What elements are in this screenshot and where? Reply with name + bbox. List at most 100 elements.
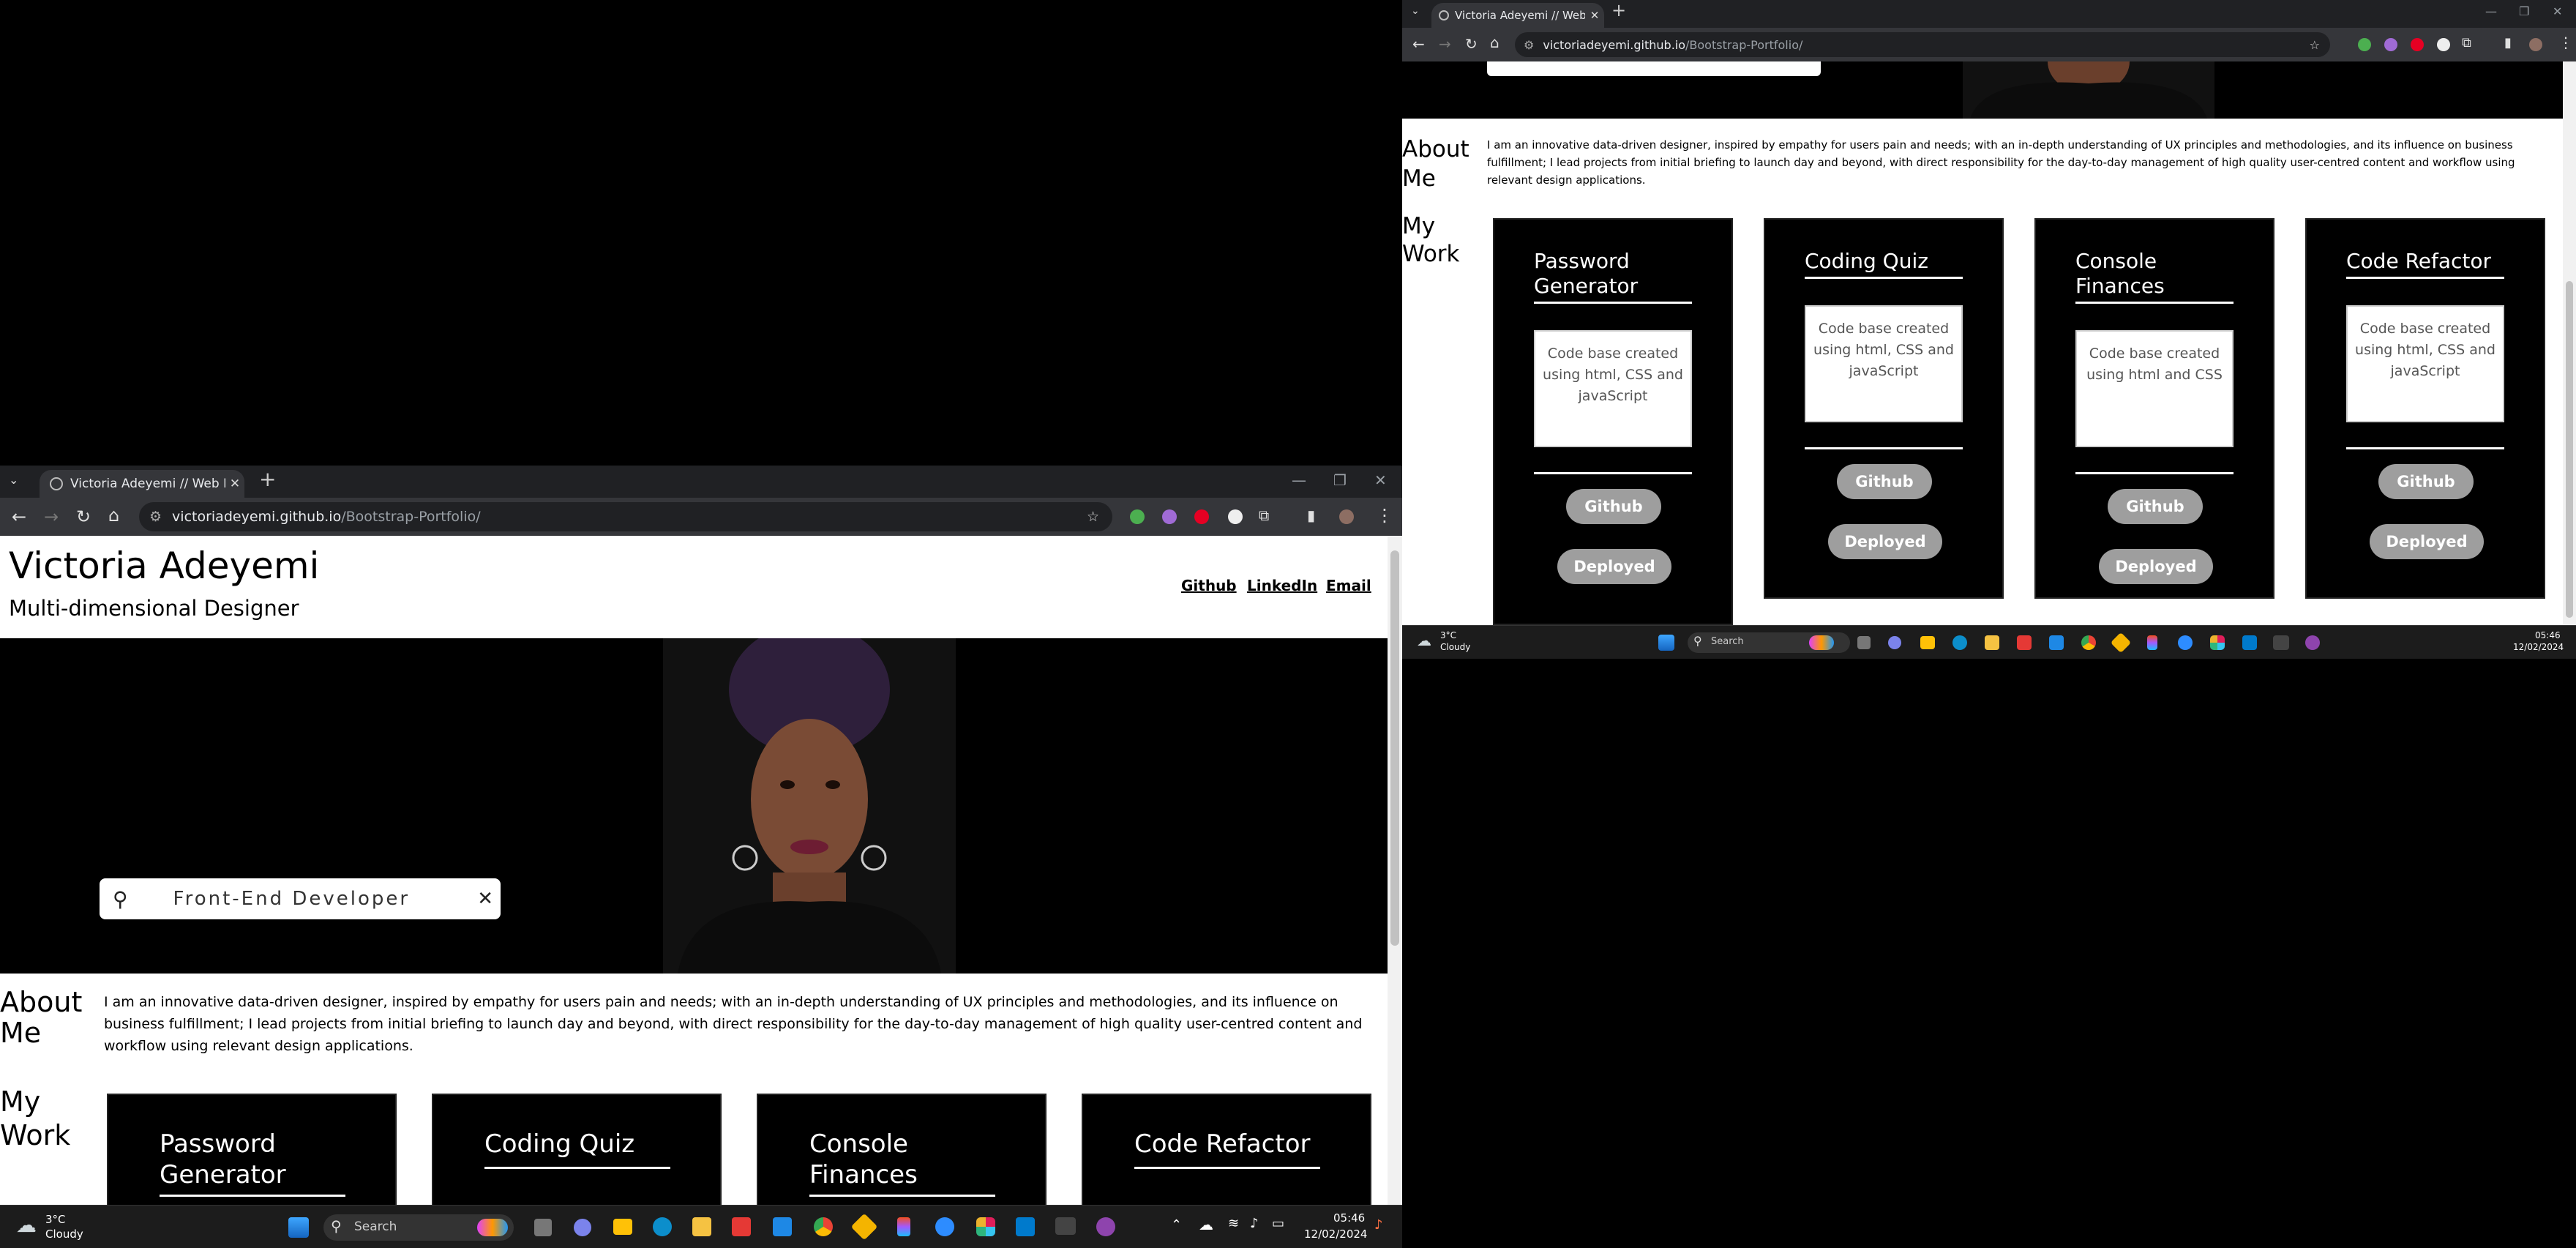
page-scrollbar[interactable] bbox=[1388, 536, 1402, 1205]
shield-extension-icon[interactable] bbox=[1130, 509, 1145, 524]
chrome-icon[interactable] bbox=[2081, 635, 2096, 650]
scrollbar-thumb[interactable] bbox=[2566, 281, 2573, 618]
figma-icon[interactable] bbox=[897, 1217, 910, 1236]
menu-icon[interactable]: ⋮ bbox=[1376, 507, 1393, 524]
back-icon[interactable]: ← bbox=[12, 508, 26, 526]
maximize-icon[interactable]: ❐ bbox=[2519, 4, 2529, 18]
vscode-icon[interactable] bbox=[2242, 635, 2257, 650]
close-tab-icon[interactable]: ✕ bbox=[225, 477, 244, 491]
extensions-puzzle-icon[interactable]: ⧉ bbox=[2462, 37, 2471, 50]
slack-icon[interactable] bbox=[2210, 635, 2225, 650]
file-explorer-icon[interactable] bbox=[1920, 636, 1935, 649]
figma-icon[interactable] bbox=[2147, 635, 2157, 650]
clock-time[interactable]: 05:46 bbox=[1333, 1211, 1365, 1225]
forward-icon[interactable]: → bbox=[1439, 37, 1451, 51]
chrome-icon[interactable] bbox=[814, 1217, 833, 1236]
bookmark-star-icon[interactable]: ☆ bbox=[2310, 38, 2320, 52]
git-icon[interactable] bbox=[850, 1213, 878, 1241]
role-search-box-cropped[interactable] bbox=[1487, 61, 1821, 76]
zoom-icon[interactable] bbox=[2178, 635, 2193, 650]
site-info-icon[interactable]: ⚙ bbox=[149, 509, 162, 525]
profile-avatar[interactable] bbox=[1339, 509, 1354, 524]
vscode-icon[interactable] bbox=[1016, 1217, 1035, 1236]
home-icon[interactable]: ⌂ bbox=[108, 507, 119, 524]
github-button[interactable]: Github bbox=[1566, 489, 1661, 524]
page-scrollbar-right[interactable] bbox=[2563, 61, 2576, 625]
maximize-icon[interactable]: ❐ bbox=[1333, 471, 1347, 489]
address-bar[interactable]: ⚙ victoriadeyemi.github.io/Bootstrap-Por… bbox=[139, 502, 1112, 531]
home-icon[interactable]: ⌂ bbox=[1490, 35, 1499, 50]
wifi-icon[interactable]: ≋ bbox=[1228, 1216, 1239, 1231]
pinterest-icon[interactable] bbox=[2411, 38, 2424, 51]
github-desktop-icon[interactable] bbox=[2305, 635, 2320, 650]
nav-github-link[interactable]: Github bbox=[1181, 577, 1237, 594]
close-window-icon[interactable]: ✕ bbox=[1374, 471, 1387, 489]
start-windows-icon[interactable] bbox=[288, 1217, 309, 1238]
teams-icon[interactable] bbox=[1888, 636, 1901, 649]
pinterest-icon[interactable] bbox=[1194, 509, 1209, 524]
nav-email-link[interactable]: Email bbox=[1326, 577, 1371, 594]
zoom-icon[interactable] bbox=[935, 1217, 954, 1236]
copilot-icon[interactable] bbox=[1809, 635, 1834, 650]
tab-portfolio-right[interactable]: Victoria Adeyemi // Web Devel ✕ bbox=[1431, 3, 1604, 28]
nav-linkedin-link[interactable]: LinkedIn bbox=[1247, 577, 1317, 594]
task-view-icon[interactable] bbox=[1857, 636, 1871, 649]
extension-icon-4[interactable] bbox=[2437, 38, 2450, 51]
minimize-icon[interactable]: — bbox=[1292, 471, 1306, 489]
clear-search-icon[interactable]: ✕ bbox=[477, 888, 493, 910]
deployed-button[interactable]: Deployed bbox=[1828, 524, 1942, 559]
battery-icon[interactable]: ▭ bbox=[1272, 1216, 1284, 1231]
clock-date[interactable]: 12/02/2024 bbox=[1304, 1228, 1367, 1241]
slack-icon[interactable] bbox=[976, 1217, 995, 1236]
start-windows-icon[interactable] bbox=[1658, 635, 1674, 651]
menu-icon[interactable]: ⋮ bbox=[2558, 35, 2573, 50]
shield-extension-icon[interactable] bbox=[2358, 38, 2371, 51]
store-icon[interactable] bbox=[1985, 635, 1999, 650]
close-window-icon[interactable]: ✕ bbox=[2553, 4, 2562, 18]
tray-chevron-icon[interactable]: ⌃ bbox=[1171, 1217, 1182, 1233]
volume-icon[interactable]: ♪ bbox=[1250, 1216, 1259, 1231]
terminal-icon[interactable] bbox=[1055, 1217, 1076, 1235]
clock-date[interactable]: 12/02/2024 bbox=[2513, 642, 2564, 652]
profile-avatar[interactable] bbox=[2529, 38, 2542, 51]
reload-icon[interactable]: ↻ bbox=[1465, 37, 1478, 51]
github-desktop-icon[interactable] bbox=[1096, 1217, 1115, 1236]
deployed-button[interactable]: Deployed bbox=[2370, 524, 2484, 559]
tab-portfolio[interactable]: Victoria Adeyemi // Web Devel ✕ bbox=[40, 470, 244, 498]
github-button[interactable]: Github bbox=[2378, 464, 2474, 499]
extension-icon-4[interactable] bbox=[1228, 509, 1243, 524]
git-icon[interactable] bbox=[2110, 632, 2132, 654]
new-tab-icon[interactable]: + bbox=[1611, 0, 1626, 20]
role-search-box[interactable]: ⚲ Front-End Developer ✕ bbox=[100, 878, 501, 919]
bookmark-star-icon[interactable]: ☆ bbox=[1087, 509, 1099, 525]
app-icon-blue[interactable] bbox=[773, 1217, 792, 1236]
task-view-icon[interactable] bbox=[534, 1219, 552, 1236]
side-panel-icon[interactable]: ▮ bbox=[2504, 37, 2512, 50]
forward-icon[interactable]: → bbox=[44, 508, 59, 526]
site-info-icon[interactable]: ⚙ bbox=[1524, 38, 1534, 52]
github-button[interactable]: Github bbox=[1837, 464, 1932, 499]
copilot-icon[interactable] bbox=[477, 1219, 508, 1236]
close-tab-icon[interactable]: ✕ bbox=[1585, 9, 1604, 22]
clock-time[interactable]: 05:46 bbox=[2535, 630, 2561, 640]
terminal-icon[interactable] bbox=[2273, 635, 2289, 650]
app-icon-red[interactable] bbox=[2017, 635, 2032, 650]
side-panel-icon[interactable]: ▮ bbox=[1307, 508, 1315, 523]
edge-icon[interactable] bbox=[1952, 635, 1967, 650]
reload-icon[interactable]: ↻ bbox=[76, 508, 91, 526]
extensions-puzzle-icon[interactable]: ⧉ bbox=[1259, 508, 1269, 523]
extension-icon-2[interactable] bbox=[1162, 509, 1177, 524]
github-button[interactable]: Github bbox=[2108, 489, 2203, 524]
minimize-icon[interactable]: — bbox=[2485, 4, 2497, 18]
tab-search-icon[interactable]: ⌄ bbox=[1411, 6, 1420, 16]
back-icon[interactable]: ← bbox=[1412, 37, 1425, 51]
notification-bell-icon[interactable]: ♪ bbox=[1374, 1217, 1383, 1233]
teams-icon[interactable] bbox=[574, 1219, 591, 1236]
weather-icon[interactable]: ☁ bbox=[16, 1213, 37, 1237]
app-icon-red[interactable] bbox=[732, 1217, 751, 1236]
store-icon[interactable] bbox=[692, 1217, 711, 1236]
file-explorer-icon[interactable] bbox=[613, 1219, 632, 1235]
deployed-button[interactable]: Deployed bbox=[1557, 549, 1671, 584]
extension-icon-2[interactable] bbox=[2384, 38, 2397, 51]
tab-search-icon[interactable]: ⌄ bbox=[9, 474, 18, 486]
